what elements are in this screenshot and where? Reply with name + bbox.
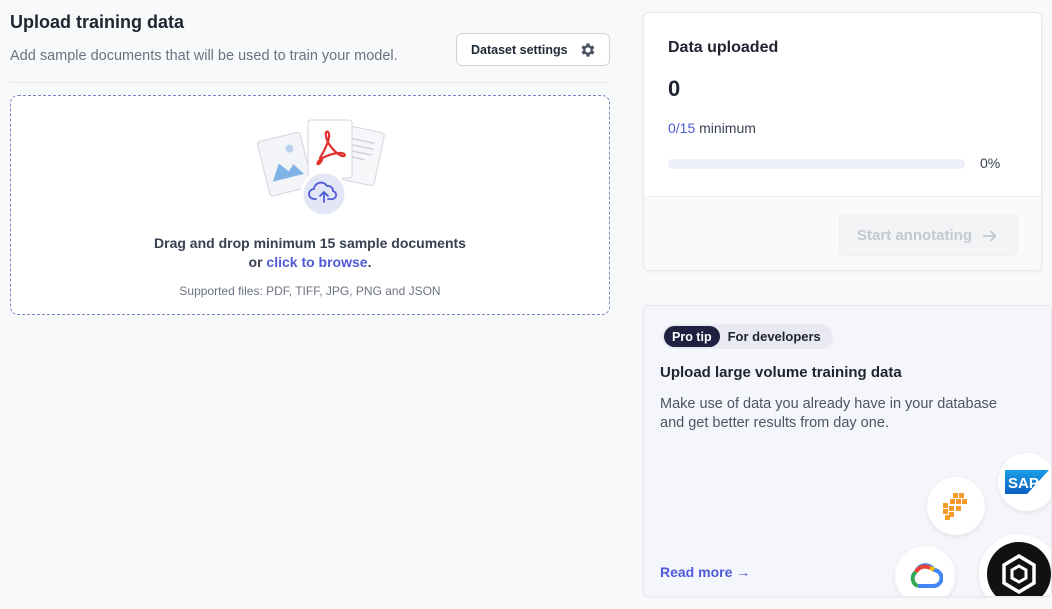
header-divider bbox=[10, 82, 610, 83]
tip-description: Make use of data you already have in you… bbox=[660, 396, 997, 431]
minimum-label: 0/15 minimum bbox=[668, 120, 756, 136]
browse-link[interactable]: click to browse bbox=[266, 254, 367, 270]
read-more-link[interactable]: Read more → bbox=[660, 564, 750, 580]
pro-tip-badge: Pro tip For developers bbox=[662, 324, 833, 349]
dataset-settings-label: Dataset settings bbox=[471, 42, 568, 57]
start-annotating-button[interactable]: Start annotating bbox=[839, 214, 1018, 256]
aws-logo-icon bbox=[927, 477, 985, 535]
tip-title: Upload large volume training data bbox=[660, 364, 902, 381]
dropzone-instruction: Drag and drop minimum 15 sample document… bbox=[154, 235, 466, 251]
supported-files-hint: Supported files: PDF, TIFF, JPG, PNG and… bbox=[179, 284, 441, 298]
upload-progress-percent: 0% bbox=[980, 155, 1001, 171]
minimum-text: minimum bbox=[695, 120, 756, 136]
upload-count: 0 bbox=[668, 76, 681, 101]
start-annotating-label: Start annotating bbox=[857, 226, 972, 244]
sap-logo-icon: SAP bbox=[998, 453, 1051, 511]
page-title: Upload training data bbox=[10, 12, 185, 32]
hexagon-logo-icon bbox=[979, 534, 1051, 596]
google-cloud-logo-icon bbox=[895, 546, 955, 596]
upload-card-title: Data uploaded bbox=[668, 39, 779, 56]
minimum-fraction: 0/15 bbox=[668, 120, 696, 136]
page-subtitle: Add sample documents that will be used t… bbox=[10, 48, 398, 64]
upload-card-footer: Start annotating bbox=[644, 196, 1041, 270]
gear-icon bbox=[581, 43, 595, 57]
browse-prefix: or bbox=[248, 254, 267, 270]
upload-progress-bar bbox=[668, 159, 965, 169]
arrow-right-icon bbox=[982, 230, 997, 242]
upload-progress-card: Data uploaded 0 0/15 minimum 0% Start an… bbox=[643, 12, 1042, 271]
browse-suffix: . bbox=[367, 254, 372, 270]
pro-tip-label: Pro tip bbox=[664, 326, 720, 347]
for-developers-label: For developers bbox=[727, 329, 821, 344]
dataset-settings-button[interactable]: Dataset settings bbox=[456, 33, 610, 66]
file-dropzone[interactable]: Drag and drop minimum 15 sample document… bbox=[10, 95, 610, 315]
documents-illustration-icon bbox=[257, 119, 385, 218]
dropzone-browse-line: or click to browse. bbox=[11, 254, 609, 270]
pro-tip-card: Pro tip For developers Upload large volu… bbox=[643, 305, 1052, 597]
sap-logo-text: SAP bbox=[1008, 475, 1039, 492]
